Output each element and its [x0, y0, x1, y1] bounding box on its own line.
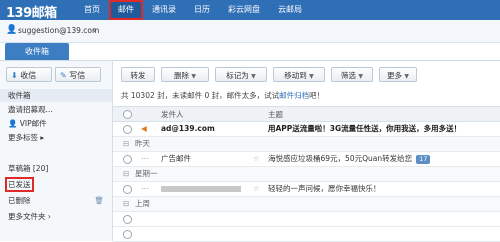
filter-button[interactable]: 筛选 ▼	[331, 67, 373, 82]
date-section: ⊟ 星期一	[113, 167, 500, 182]
nav-calendar[interactable]: 日历	[185, 0, 219, 20]
row-checkbox[interactable]	[123, 230, 132, 239]
section-label: 昨天	[135, 139, 150, 148]
table-row[interactable]: ⋯ 广告邮件 ☆ 海悦感应垃圾桶69元，50元Quan转发给您 17	[113, 152, 500, 167]
user-email[interactable]: suggestion@139.com	[18, 26, 99, 35]
row-checkbox[interactable]	[123, 125, 132, 134]
move-to-button[interactable]: 移动到 ▼	[273, 67, 325, 82]
sidebar-item-drafts[interactable]: 草稿箱 [20]	[0, 162, 112, 175]
nav-home[interactable]: 首页	[75, 0, 109, 20]
collapse-icon[interactable]: ⊟	[123, 137, 129, 151]
delete-button[interactable]: 删除 ▼	[161, 67, 209, 82]
chevron-right-icon: ›	[47, 212, 51, 221]
mail-subject: 轻轻的一声问候，愿你幸福快乐！	[268, 184, 381, 193]
chevron-down-icon: ▼	[251, 73, 256, 80]
sidebar-item-inbox[interactable]: 收件箱	[0, 89, 112, 102]
sidebar-item-deleted[interactable]: 已删除 🗑	[0, 194, 112, 207]
table-row[interactable]	[113, 212, 500, 227]
mail-from: ad@139.com	[161, 124, 215, 133]
user-bar: 👤 suggestion@139.com ∨	[0, 20, 500, 43]
mail-subject: 海悦感应垃圾桶69元，50元Quan转发给您 17	[268, 152, 431, 166]
chevron-down-icon: ▼	[404, 73, 409, 80]
chevron-down-icon: ▼	[191, 73, 196, 80]
more-button[interactable]: 更多 ▼	[379, 67, 417, 82]
row-checkbox[interactable]	[123, 155, 132, 164]
sidebar-item-invite[interactable]: 遨请招募观...	[0, 103, 112, 116]
row-checkbox[interactable]	[123, 185, 132, 194]
sidebar-item-more-folders[interactable]: 更多文件夹 ›	[0, 210, 112, 223]
column-subject[interactable]: 主题	[268, 109, 283, 120]
table-header: 发件人 主题	[113, 106, 500, 122]
mark-as-button[interactable]: 标记为 ▼	[215, 67, 267, 82]
star-icon[interactable]: ☆	[253, 152, 260, 166]
nav-mail[interactable]: 邮件	[109, 0, 143, 20]
sidebar-item-sent[interactable]: 已发送	[0, 177, 112, 192]
logo: 139邮箱	[6, 6, 57, 21]
mail-from: 广告邮件	[161, 154, 191, 163]
table-row[interactable]	[113, 227, 500, 242]
select-all-checkbox[interactable]	[123, 110, 132, 119]
table-row[interactable]: ⋯ ☆ 轻轻的一声问候，愿你幸福快乐！	[113, 182, 500, 197]
edit-icon: ✎	[60, 71, 67, 80]
row-checkbox[interactable]	[123, 215, 132, 224]
section-label: 星期一	[135, 169, 158, 178]
sidebar: ⬇ 收信 ✎ 写信 收件箱 遨请招募观... 👤 VIP邮件 更多标签 ▸ 草稿…	[0, 61, 113, 241]
mail-subject: 用APP送流量啦！3G流量任性送，你用我送，多用多送！	[268, 124, 462, 133]
table-row[interactable]: ◀ ad@139.com 用APP送流量啦！3G流量任性送，你用我送，多用多送！	[113, 122, 500, 137]
date-section: ⊟ 上周	[113, 197, 500, 212]
chevron-right-icon: ▸	[40, 133, 45, 142]
chevron-down-icon: ▼	[358, 73, 363, 80]
forward-button[interactable]: 转发	[121, 67, 155, 82]
count-badge: 17	[416, 155, 431, 164]
redacted-sender	[161, 186, 241, 192]
nav-cloud-drive[interactable]: 彩云网盘	[219, 0, 269, 20]
share-icon: ⋯	[141, 154, 149, 163]
collapse-icon[interactable]: ⊟	[123, 167, 129, 181]
mail-toolbar: 转发 删除 ▼ 标记为 ▼ 移动到 ▼ 筛选 ▼ 更多 ▼	[113, 61, 500, 88]
chevron-down-icon[interactable]: ∨	[92, 26, 97, 34]
trash-icon[interactable]: 🗑	[94, 194, 104, 207]
main-nav: 首页 邮件 通讯录 日历 彩云网盘 云邮局	[75, 0, 311, 20]
speaker-icon: ◀	[141, 124, 147, 133]
write-button[interactable]: ✎ 写信	[55, 67, 101, 82]
column-from[interactable]: 发件人	[161, 109, 184, 120]
user-icon: 👤	[6, 25, 18, 35]
receive-button[interactable]: ⬇ 收信	[6, 67, 52, 82]
section-label: 上周	[135, 199, 150, 208]
nav-cloud-post[interactable]: 云邮局	[269, 0, 311, 20]
chevron-down-icon: ▼	[309, 73, 314, 80]
archive-link[interactable]: 邮件归档	[279, 91, 309, 100]
collapse-icon[interactable]: ⊟	[123, 197, 129, 211]
nav-contacts[interactable]: 通讯录	[143, 0, 185, 20]
share-icon: ⋯	[141, 184, 149, 193]
top-bar: 139邮箱 首页 邮件 通讯录 日历 彩云网盘 云邮局	[0, 0, 500, 21]
sidebar-item-vip[interactable]: 👤 VIP邮件	[0, 117, 112, 130]
mail-stats: 共 10302 封，未读邮件 0 封，邮件太多，试试邮件归档吧！	[121, 91, 325, 100]
tab-bar: 收件箱	[0, 43, 500, 61]
vip-icon: 👤	[8, 119, 18, 128]
download-icon: ⬇	[11, 71, 18, 80]
star-icon[interactable]: ☆	[253, 182, 260, 196]
tab-inbox[interactable]: 收件箱	[5, 43, 69, 60]
date-section: ⊟ 昨天	[113, 137, 500, 152]
sidebar-item-more-labels[interactable]: 更多标签 ▸	[0, 131, 112, 144]
